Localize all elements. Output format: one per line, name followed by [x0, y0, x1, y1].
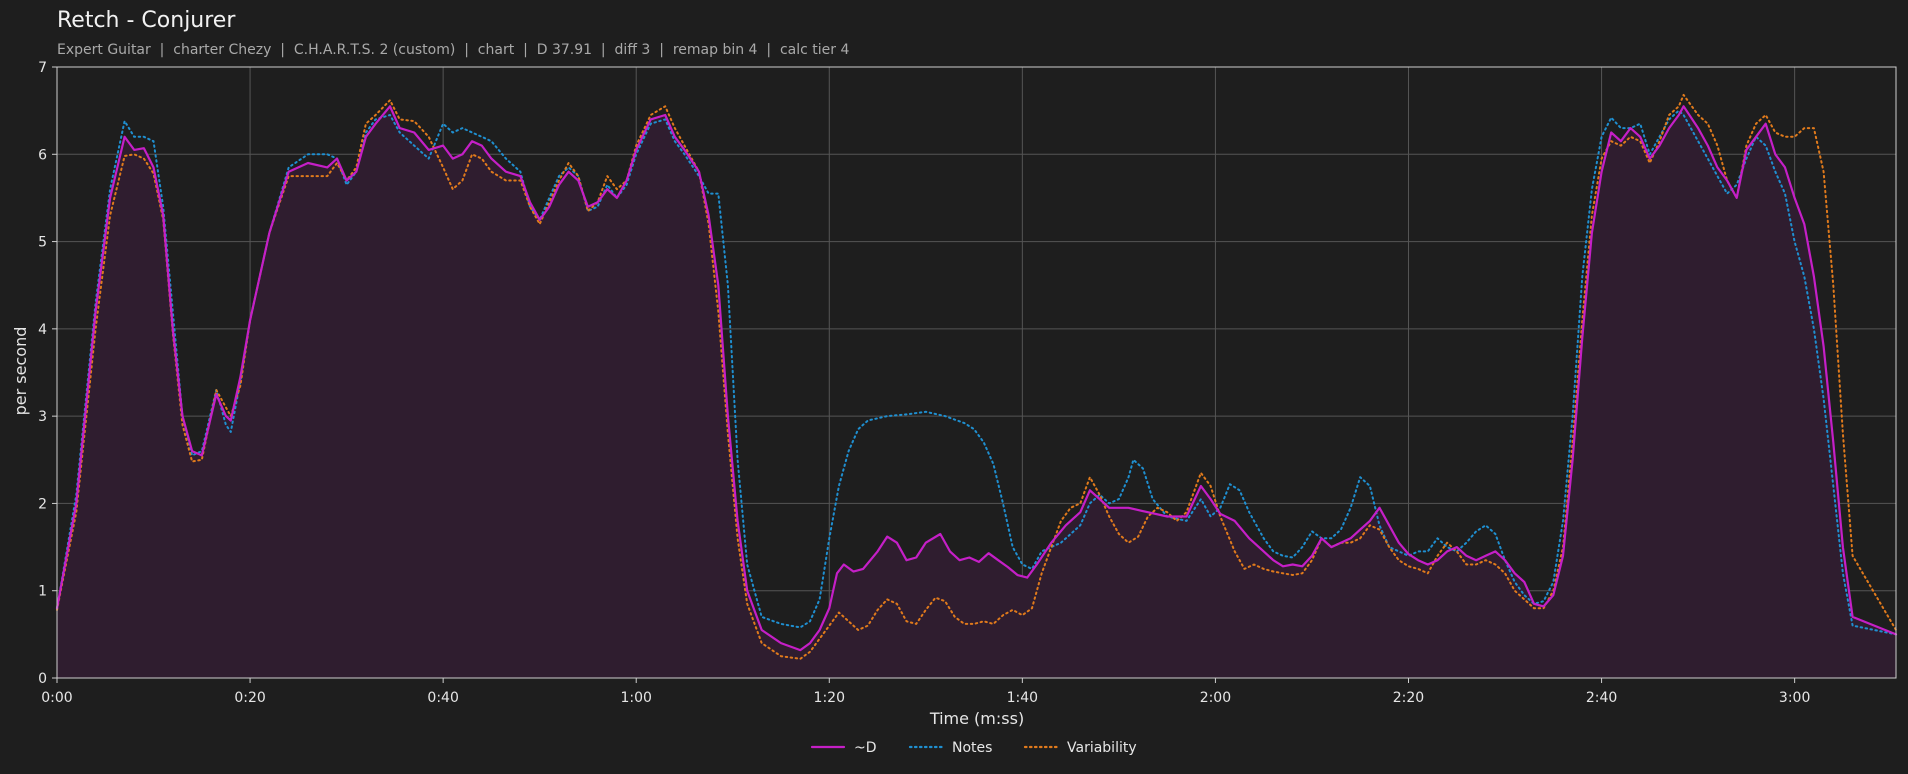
- x-tick-label: 2:00: [1200, 690, 1231, 706]
- y-tick-label: 3: [38, 409, 47, 425]
- x-axis-label: Time (m:ss): [929, 709, 1024, 728]
- y-tick-label: 2: [38, 496, 47, 512]
- y-tick-label: 6: [38, 147, 47, 163]
- x-tick-label: 1:00: [620, 690, 651, 706]
- x-tick-label: 0:00: [41, 690, 72, 706]
- chart-subtitle: Expert Guitar | charter Chezy | C.H.A.R.…: [57, 42, 849, 58]
- y-axis-label: per second: [11, 327, 30, 416]
- legend-label-d: ~D: [854, 740, 877, 756]
- y-tick-label: 4: [38, 322, 47, 338]
- x-tick-label: 2:40: [1586, 690, 1617, 706]
- y-tick-label: 5: [38, 235, 47, 251]
- x-tick-label: 0:40: [427, 690, 458, 706]
- chart: Retch - Conjurer Expert Guitar | charter…: [0, 0, 1908, 774]
- legend-label-variability: Variability: [1067, 740, 1137, 756]
- y-tick-label: 7: [38, 60, 47, 76]
- x-tick-label: 1:40: [1007, 690, 1038, 706]
- y-tick-label: 1: [38, 584, 47, 600]
- legend: ~D Notes Variability: [810, 740, 1137, 756]
- legend-label-notes: Notes: [952, 740, 992, 756]
- x-tick-label: 3:00: [1779, 690, 1810, 706]
- chart-title: Retch - Conjurer: [57, 8, 236, 33]
- x-tick-label: 0:20: [234, 690, 265, 706]
- y-tick-label: 0: [38, 671, 47, 687]
- x-tick-label: 1:20: [814, 690, 845, 706]
- x-tick-label: 2:20: [1393, 690, 1424, 706]
